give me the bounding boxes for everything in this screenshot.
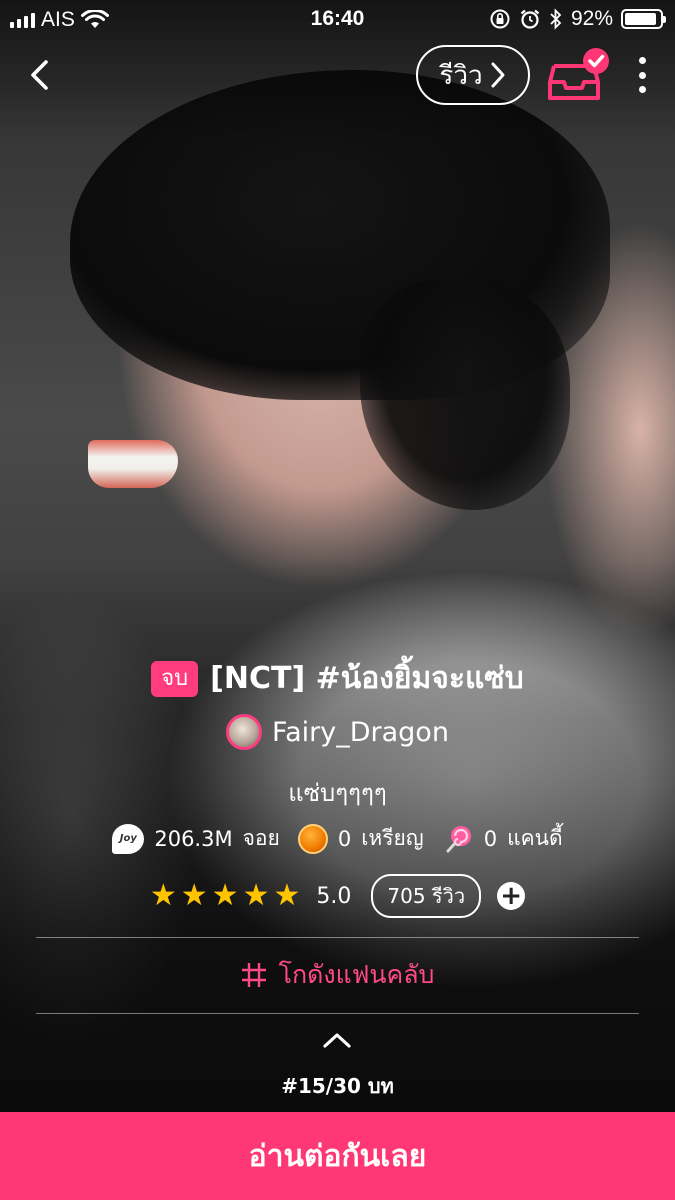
star-rating: ★ ★ ★ ★ ★ <box>150 881 301 911</box>
status-badge: จบ <box>151 660 199 697</box>
rating-row: ★ ★ ★ ★ ★ 5.0 705 รีวิว + <box>0 874 675 918</box>
battery-icon <box>621 9 666 29</box>
chevron-left-icon <box>31 60 48 90</box>
star-icon: ★ <box>180 878 208 913</box>
continue-reading-button[interactable]: อ่านต่อกันเลย <box>0 1112 675 1200</box>
status-bar: AIS 16:40 92% <box>0 0 675 38</box>
hash-icon <box>241 963 266 987</box>
rating-value: 5.0 <box>316 883 352 909</box>
more-dot <box>638 57 646 64</box>
candy-value: 0 <box>483 826 498 851</box>
joy-value: 206.3M <box>154 826 233 851</box>
story-title-row: จบ [NCT] #น้องยิ้มจะแซ่บ <box>0 655 675 702</box>
fanclub-label: โกดังแฟนคลับ <box>278 960 435 989</box>
add-review-button[interactable]: + <box>497 882 526 910</box>
chapter-info: #15/30 บท <box>281 1074 394 1098</box>
fanclub-link[interactable]: โกดังแฟนคลับ <box>0 955 675 995</box>
avatar <box>226 714 263 750</box>
candy-label: แคนดี้ <box>507 826 563 850</box>
back-button[interactable] <box>22 55 62 95</box>
alarm-icon <box>520 9 540 29</box>
coin-value: 0 <box>337 826 352 851</box>
divider <box>36 937 639 938</box>
story-subtitle: แซ่บๆๆๆๆ <box>288 779 387 807</box>
candy-stat: 0 แคนดี้ <box>442 822 563 855</box>
cover-image-hair-back <box>360 280 570 510</box>
more-options-button[interactable] <box>630 55 654 95</box>
review-button[interactable]: รีวิว <box>416 45 530 105</box>
star-icon: ★ <box>211 878 239 913</box>
chevron-up-icon[interactable] <box>321 1030 353 1050</box>
review-count-button[interactable]: 705 รีวิว <box>371 874 482 918</box>
author-link[interactable]: Fairy_Dragon <box>0 714 675 750</box>
continue-reading-label: อ่านต่อกันเลย <box>248 1138 427 1174</box>
stats-row: Joy 206.3M จอย 0 เหรียญ 0 แคนดี้ <box>0 822 675 855</box>
joy-stat: Joy 206.3M จอย <box>112 822 280 855</box>
star-icon: ★ <box>242 878 270 913</box>
star-icon: ★ <box>273 878 301 913</box>
add-to-shelf-button[interactable] <box>548 46 614 102</box>
status-right: 92% <box>489 7 666 31</box>
divider <box>36 1013 639 1014</box>
joy-icon: Joy <box>112 823 145 854</box>
review-button-label: รีวิว <box>439 60 483 91</box>
battery-fill <box>625 13 657 25</box>
bluetooth-icon <box>550 8 562 30</box>
star-icon: ★ <box>149 878 177 913</box>
more-dot <box>638 86 646 93</box>
joy-label: จอย <box>242 826 280 850</box>
cover-image-smile <box>88 440 178 488</box>
author-name: Fairy_Dragon <box>272 716 449 748</box>
chevron-right-icon <box>491 62 505 88</box>
rotation-lock-icon <box>490 9 510 29</box>
story-title: [NCT] #น้องยิ้มจะแซ่บ <box>210 661 524 696</box>
coin-stat: 0 เหรียญ <box>297 822 424 855</box>
candy-icon <box>446 825 471 852</box>
more-dot <box>638 71 646 79</box>
battery-percent: 92% <box>570 7 613 30</box>
inbox-check-icon <box>548 48 609 100</box>
coin-label: เหรียญ <box>361 826 424 850</box>
coin-icon <box>297 823 328 854</box>
